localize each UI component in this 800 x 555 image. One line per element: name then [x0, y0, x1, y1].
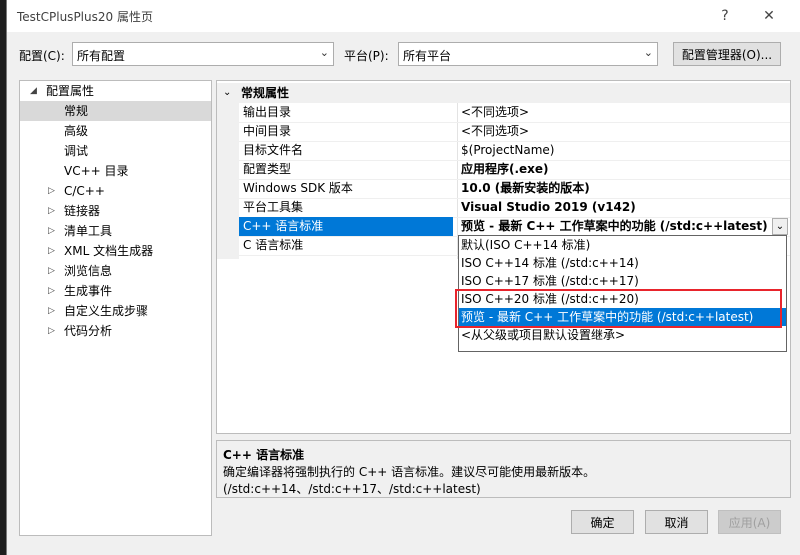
dropdown-option[interactable]: 默认(ISO C++14 标准) [459, 236, 786, 254]
ok-button[interactable]: 确定 [571, 510, 634, 534]
dropdown-option[interactable]: ISO C++17 标准 (/std:c++17) [459, 272, 786, 290]
property-name: C 语言标准 [243, 238, 304, 252]
property-row-cpp-standard[interactable]: C++ 语言标准 预览 - 最新 C++ 工作草案中的功能 (/std:c++l… [239, 217, 790, 237]
tree-root-label: 配置属性 [46, 84, 95, 98]
tree-root[interactable]: ◢ 配置属性 [20, 81, 211, 101]
tree-item-label: 生成事件 [64, 284, 113, 298]
tree-item-c-cpp[interactable]: ▷ C/C++ [20, 181, 211, 201]
chevron-down-icon: ⌄ [643, 46, 653, 59]
title-bar: TestCPlusPlus20 属性页 ? ✕ [7, 0, 800, 32]
tree-item-linker[interactable]: ▷ 链接器 [20, 201, 211, 221]
close-button[interactable]: ✕ [755, 4, 783, 28]
dropdown-option[interactable]: <从父级或项目默认设置继承> [459, 326, 786, 344]
chevron-down-icon: ⌄ [319, 46, 329, 59]
tree-item-label: 链接器 [64, 204, 101, 218]
tree-item-general[interactable]: 常规 [20, 101, 211, 121]
tree-item-label: 常规 [64, 104, 89, 118]
collapse-arrow-icon[interactable]: ◢ [30, 81, 37, 101]
expand-arrow-icon[interactable]: ▷ [48, 181, 55, 201]
property-name: C++ 语言标准 [243, 219, 324, 233]
property-pages-dialog: TestCPlusPlus20 属性页 ? ✕ 配置(C): 所有配置 ⌄ 平台… [6, 0, 800, 555]
tree-item-debugging[interactable]: 调试 [20, 141, 211, 161]
property-name: 目标文件名 [243, 143, 304, 157]
platform-label: 平台(P): [344, 49, 389, 63]
expand-arrow-icon[interactable]: ▷ [48, 201, 55, 221]
tree-item-manifest-tool[interactable]: ▷ 清单工具 [20, 221, 211, 241]
tree-item-label: 清单工具 [64, 224, 113, 238]
tree-item-label: C/C++ [64, 184, 105, 198]
tree-item-label: 浏览信息 [64, 264, 113, 278]
property-name: 输出目录 [243, 105, 292, 119]
platform-value: 所有平台 [403, 49, 452, 63]
cancel-button[interactable]: 取消 [645, 510, 708, 534]
expand-arrow-icon[interactable]: ▷ [48, 321, 55, 341]
help-button[interactable]: ? [711, 4, 739, 28]
chevron-down-icon[interactable]: ⌄ [772, 218, 788, 235]
tree-item-xml-doc-generator[interactable]: ▷ XML 文档生成器 [20, 241, 211, 261]
property-row[interactable]: 配置类型 应用程序(.exe) [239, 160, 790, 180]
property-value[interactable]: 应用程序(.exe) [461, 160, 549, 179]
description-panel: C++ 语言标准 确定编译器将强制执行的 C++ 语言标准。建议尽可能使用最新版… [216, 440, 791, 498]
expand-arrow-icon[interactable]: ▷ [48, 221, 55, 241]
tree-item-code-analysis[interactable]: ▷ 代码分析 [20, 321, 211, 341]
config-manager-button[interactable]: 配置管理器(O)... [673, 42, 781, 66]
config-combo[interactable]: 所有配置 ⌄ [72, 42, 334, 66]
configuration-row: 配置(C): 所有配置 ⌄ 平台(P): 所有平台 ⌄ 配置管理器(O)... [7, 42, 800, 68]
property-value[interactable]: 预览 - 最新 C++ 工作草案中的功能 (/std:c++latest) [461, 217, 768, 236]
tree-item-label: XML 文档生成器 [64, 244, 154, 258]
window-title: TestCPlusPlus20 属性页 [17, 9, 153, 24]
expand-arrow-icon[interactable]: ▷ [48, 281, 55, 301]
property-row[interactable]: 平台工具集 Visual Studio 2019 (v142) [239, 198, 790, 218]
tree-item-build-events[interactable]: ▷ 生成事件 [20, 281, 211, 301]
tree-item-label: 调试 [64, 144, 89, 158]
tree-item-custom-build-step[interactable]: ▷ 自定义生成步骤 [20, 301, 211, 321]
grid-gutter [217, 103, 239, 259]
property-value[interactable]: 10.0 (最新安装的版本) [461, 179, 590, 198]
tree-item-label: 自定义生成步骤 [64, 304, 149, 318]
apply-button[interactable]: 应用(A) [718, 510, 781, 534]
expand-arrow-icon[interactable]: ▷ [48, 261, 55, 281]
config-value: 所有配置 [77, 49, 126, 63]
tree-item-label: VC++ 目录 [64, 164, 129, 178]
tree-item-label: 高级 [64, 124, 89, 138]
dropdown-option[interactable]: ISO C++20 标准 (/std:c++20) [459, 290, 786, 308]
expand-arrow-icon[interactable]: ▷ [48, 241, 55, 261]
category-header[interactable]: ⌄ 常规属性 [217, 83, 790, 103]
property-name: 配置类型 [243, 162, 292, 176]
property-row[interactable]: 目标文件名 $(ProjectName) [239, 141, 790, 161]
property-tree: ◢ 配置属性 常规 高级 调试 VC++ 目录 ▷ C/C++ ▷ 链接器 ▷ … [19, 80, 212, 536]
cpp-standard-dropdown: 默认(ISO C++14 标准) ISO C++14 标准 (/std:c++1… [458, 235, 787, 352]
property-value[interactable]: <不同选项> [461, 103, 529, 122]
tree-item-browse-info[interactable]: ▷ 浏览信息 [20, 261, 211, 281]
config-label: 配置(C): [19, 49, 65, 63]
description-title: C++ 语言标准 [223, 448, 305, 462]
tree-item-advanced[interactable]: 高级 [20, 121, 211, 141]
expand-arrow-icon[interactable]: ▷ [48, 301, 55, 321]
dropdown-option-selected[interactable]: 预览 - 最新 C++ 工作草案中的功能 (/std:c++latest) [459, 308, 786, 326]
property-name: Windows SDK 版本 [243, 181, 353, 195]
property-name: 中间目录 [243, 124, 292, 138]
category-label: 常规属性 [241, 86, 290, 100]
tree-item-vc-directories[interactable]: VC++ 目录 [20, 161, 211, 181]
property-row[interactable]: 中间目录 <不同选项> [239, 122, 790, 142]
platform-combo[interactable]: 所有平台 ⌄ [398, 42, 658, 66]
property-value[interactable]: <不同选项> [461, 122, 529, 141]
property-row[interactable]: Windows SDK 版本 10.0 (最新安装的版本) [239, 179, 790, 199]
property-value[interactable]: $(ProjectName) [461, 141, 554, 160]
tree-item-label: 代码分析 [64, 324, 113, 338]
property-value[interactable]: Visual Studio 2019 (v142) [461, 198, 636, 217]
property-name: 平台工具集 [243, 200, 304, 214]
property-row[interactable]: 输出目录 <不同选项> [239, 103, 790, 123]
dropdown-option[interactable]: ISO C++14 标准 (/std:c++14) [459, 254, 786, 272]
chevron-down-icon[interactable]: ⌄ [223, 83, 231, 103]
description-text: 确定编译器将强制执行的 C++ 语言标准。建议尽可能使用最新版本。(/std:c… [223, 465, 596, 496]
